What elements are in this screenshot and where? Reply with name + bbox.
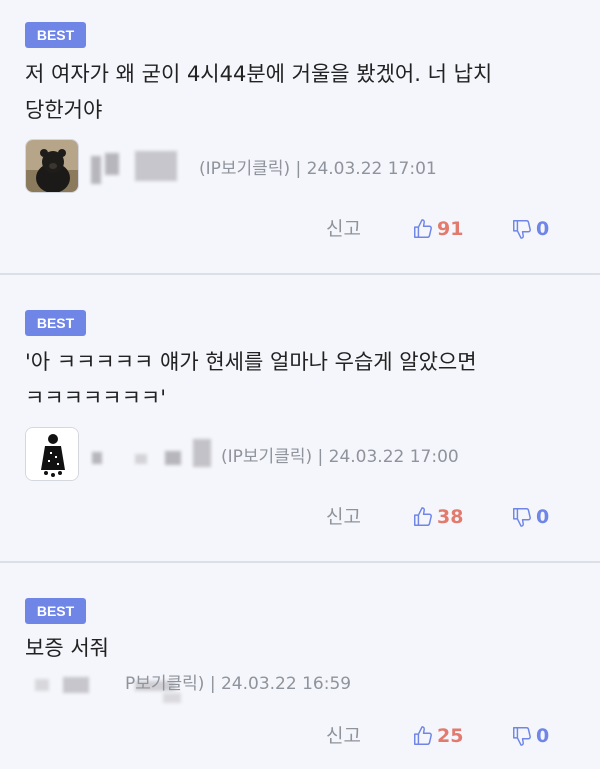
comment-meta-text[interactable]: (IP보기클릭) | 24.03.22 17:01 — [199, 154, 437, 179]
comment-meta-text[interactable]: (IP보기클릭) | 24.03.22 17:00 — [221, 442, 459, 467]
comment-text: '아 ㅋㅋㅋㅋㅋ 얘가 현세를 얼마나 우습게 알았으면 ㅋㅋㅋㅋㅋㅋㅋ' — [25, 344, 585, 416]
figure-icon — [26, 428, 78, 480]
dislike-button[interactable]: 0 — [511, 502, 549, 532]
comment-meta: P보기클릭) | 24.03.22 16:59 — [25, 667, 585, 723]
blurred-username — [193, 439, 211, 467]
best-badge: BEST — [25, 22, 86, 48]
comment-text-line: 보증 서줘 — [25, 636, 109, 660]
blurred-username — [35, 679, 49, 691]
comment-text: 보증 서줘 — [25, 630, 585, 666]
comment-actions: 신고 91 0 — [0, 214, 600, 244]
comment-text-line: 저 여자가 왜 굳이 4시44분에 거울을 봤겠어. 너 납치 — [25, 62, 493, 86]
comment-item: BEST 저 여자가 왜 굳이 4시44분에 거울을 봤겠어. 너 납치 당한거… — [0, 0, 600, 275]
blurred-username — [105, 153, 119, 175]
comment-meta: (IP보기클릭) | 24.03.22 17:00 — [25, 427, 585, 483]
comment-text-line: '아 ㅋㅋㅋㅋㅋ 얘가 현세를 얼마나 우습게 알았으면 — [25, 350, 477, 374]
blurred-username — [135, 151, 177, 181]
comment-meta: (IP보기클릭) | 24.03.22 17:01 — [25, 139, 585, 195]
blurred-username — [135, 454, 147, 464]
best-badge: BEST — [25, 598, 86, 624]
thumbs-up-icon — [412, 506, 434, 528]
like-button[interactable]: 38 — [412, 502, 463, 532]
best-badge: BEST — [25, 310, 86, 336]
blurred-username — [165, 451, 181, 465]
thumbs-down-icon — [511, 725, 533, 747]
comment-item: BEST '아 ㅋㅋㅋㅋㅋ 얘가 현세를 얼마나 우습게 알았으면 ㅋㅋㅋㅋㅋㅋ… — [0, 275, 600, 563]
dislike-button[interactable]: 0 — [511, 214, 549, 244]
like-count: 91 — [437, 218, 464, 240]
comment-actions: 신고 38 0 — [0, 502, 600, 532]
blurred-username — [91, 156, 101, 184]
like-count: 38 — [437, 506, 464, 528]
comment-text: 저 여자가 왜 굳이 4시44분에 거울을 봤겠어. 너 납치 당한거야 — [25, 56, 585, 128]
comment-text-line: 당한거야 — [25, 98, 103, 122]
bear-icon — [26, 140, 78, 192]
dislike-count: 0 — [536, 725, 550, 747]
blurred-username — [92, 452, 102, 464]
blurred-username — [163, 693, 181, 703]
like-count: 25 — [437, 725, 464, 747]
blurred-username — [63, 677, 89, 693]
report-button[interactable]: 신고 — [326, 721, 361, 751]
thumbs-up-icon — [412, 725, 434, 747]
dislike-count: 0 — [536, 218, 550, 240]
thumbs-down-icon — [511, 506, 533, 528]
bear-avatar[interactable] — [25, 139, 79, 193]
thumbs-up-icon — [412, 218, 434, 240]
report-button[interactable]: 신고 — [326, 502, 361, 532]
report-button[interactable]: 신고 — [326, 214, 361, 244]
like-button[interactable]: 91 — [412, 214, 463, 244]
comment-meta-text[interactable]: P보기클릭) | 24.03.22 16:59 — [125, 669, 351, 694]
comment-item: BEST 보증 서줘 P보기클릭) | 24.03.22 16:59 신고 25… — [0, 563, 600, 769]
comment-text-line: ㅋㅋㅋㅋㅋㅋㅋ' — [25, 386, 167, 410]
dislike-button[interactable]: 0 — [511, 721, 549, 751]
dislike-count: 0 — [536, 506, 550, 528]
comment-actions: 신고 25 0 — [0, 721, 600, 751]
figure-avatar[interactable] — [25, 427, 79, 481]
like-button[interactable]: 25 — [412, 721, 463, 751]
thumbs-down-icon — [511, 218, 533, 240]
